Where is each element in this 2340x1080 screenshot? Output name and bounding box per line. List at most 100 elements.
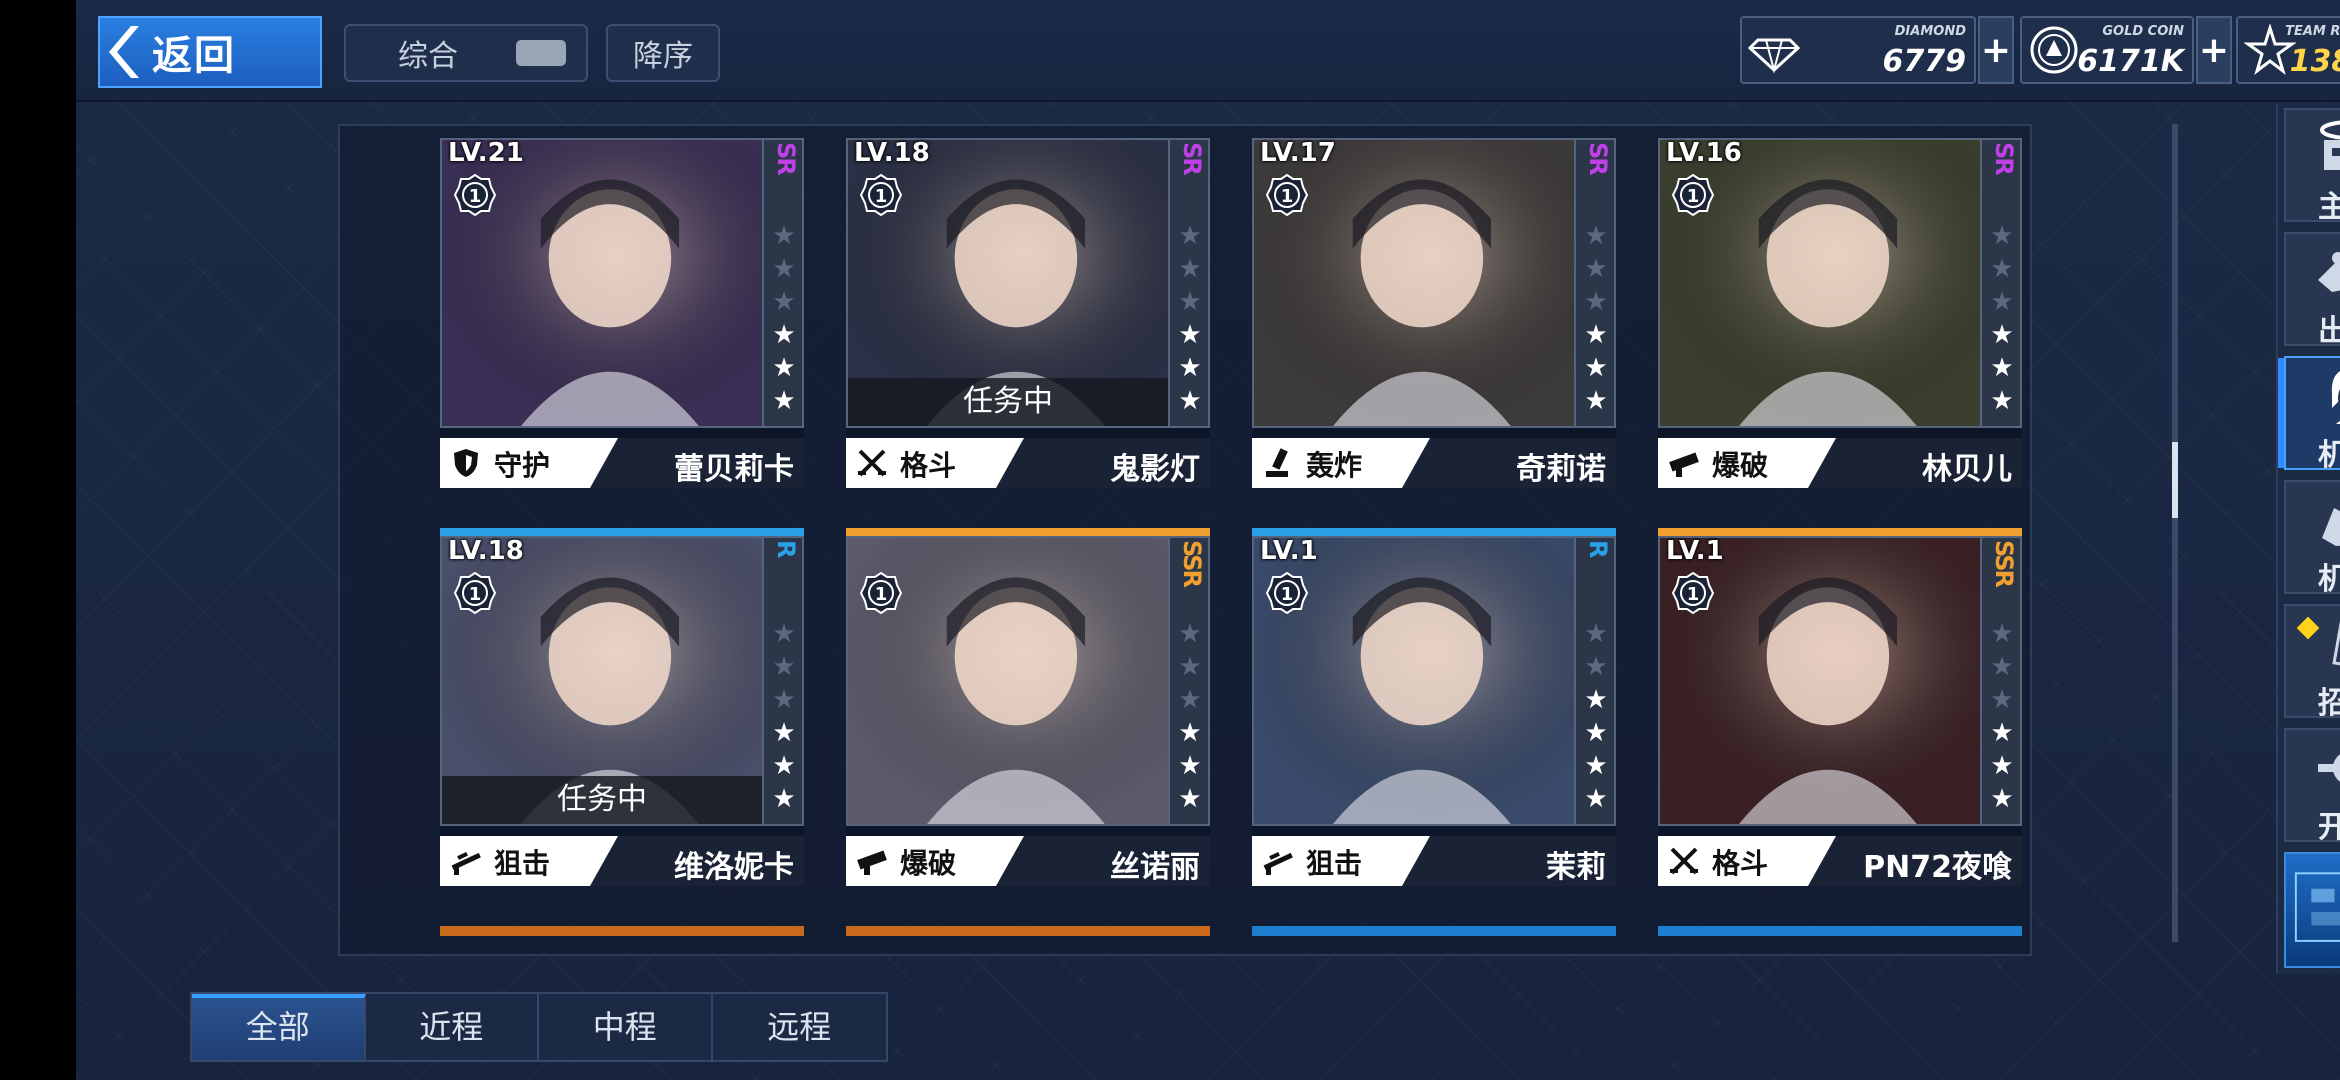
- pilot-level: LV.17: [1260, 138, 1336, 168]
- back-button[interactable]: 返回: [98, 16, 322, 88]
- star-filled-icon: ★: [772, 718, 796, 748]
- tab-all[interactable]: 全部: [192, 994, 366, 1060]
- rarity-label: SSR: [1178, 540, 1206, 586]
- base-map-button[interactable]: [2284, 852, 2340, 968]
- role-label: 狙击: [494, 847, 551, 880]
- star-empty-icon: ★: [1178, 254, 1202, 284]
- star-filled-icon: ★: [772, 353, 796, 383]
- star-empty-icon: ★: [1178, 619, 1202, 649]
- add-gold-button[interactable]: +: [2196, 16, 2232, 84]
- star-rating: ★ ★ ★ ★ ★ ★: [1988, 618, 2016, 816]
- name-plate: 茉莉: [1402, 836, 1616, 886]
- role-label: 爆破: [1712, 449, 1769, 482]
- pilot-level: LV.21: [448, 138, 524, 168]
- next-row-card-edge: [846, 926, 1210, 936]
- star-rating: ★ ★ ★ ★ ★ ★: [1176, 618, 1204, 816]
- gold-coin-icon: [2028, 24, 2080, 76]
- star-filled-icon: ★: [772, 386, 796, 416]
- game-screen: 返回 综合 降序 DIAMOND 6779 + GOLD COIN 6171K …: [76, 0, 2340, 1080]
- gold-coin-counter: GOLD COIN 6171K: [2020, 16, 2194, 84]
- nav-item[interactable]: 机师: [2278, 356, 2340, 473]
- gold-coin-value: 6171K: [2077, 44, 2184, 79]
- top-bar: 返回 综合 降序 DIAMOND 6779 + GOLD COIN 6171K …: [76, 0, 2340, 102]
- star-empty-icon: ★: [1990, 619, 2014, 649]
- name-plate: 鬼影灯: [996, 438, 1210, 488]
- svg-text:1: 1: [1687, 584, 1700, 605]
- pilot-role: 格斗: [1658, 836, 1808, 886]
- mortar-icon: [1262, 447, 1294, 479]
- pilot-name: 蕾贝莉卡: [674, 452, 794, 487]
- pilot-card[interactable]: SSR ★ ★ ★ ★ ★ ★ LV.1 1 格斗 PN72夜喰: [1658, 528, 2022, 886]
- pilot-card[interactable]: SR ★ ★ ★ ★ ★ ★ LV.21 1 守护 蕾贝莉卡: [440, 138, 804, 488]
- pilot-card[interactable]: SR ★ ★ ★ ★ ★ ★ LV.16 1 爆破 林贝儿: [1658, 138, 2022, 488]
- nav-item[interactable]: 主厅: [2284, 108, 2340, 225]
- grid-scrollbar[interactable]: [2172, 124, 2178, 942]
- star-empty-icon: ★: [1178, 652, 1202, 682]
- name-plate: 蕾贝莉卡: [590, 438, 804, 488]
- pilot-card[interactable]: SR ★ ★ ★ ★ ★ ★ LV.18 1 任务中 格斗 鬼影灯: [846, 138, 1210, 488]
- rarity-label: SR: [772, 142, 800, 174]
- pilot-level: LV.18: [854, 138, 930, 168]
- role-label: 轰炸: [1306, 449, 1363, 482]
- star-empty-icon: ★: [1990, 287, 2014, 317]
- tab-mid-range[interactable]: 中程: [539, 994, 713, 1060]
- nav-label: 招募: [2318, 686, 2340, 721]
- team-reward-title: TEAM REWARD: [2285, 24, 2340, 39]
- pilot-info-bar: 轰炸 奇莉诺: [1252, 438, 1616, 488]
- sort-dropdown[interactable]: 综合: [344, 24, 588, 82]
- star-filled-icon: ★: [1584, 320, 1608, 350]
- tab-close-range[interactable]: 近程: [366, 994, 539, 1060]
- svg-text:1: 1: [1281, 186, 1294, 207]
- rarity-column: SR ★ ★ ★ ★ ★ ★: [1576, 138, 1616, 428]
- shield-icon: [450, 447, 482, 479]
- pilot-card[interactable]: R ★ ★ ★ ★ ★ ★ LV.1 1 狙击 茉莉: [1252, 528, 1616, 886]
- order-label: 降序: [633, 39, 693, 74]
- rarity-column: SR ★ ★ ★ ★ ★ ★: [764, 138, 804, 428]
- pilot-card[interactable]: SR ★ ★ ★ ★ ★ ★ LV.17 1 轰炸 奇莉诺: [1252, 138, 1616, 488]
- pilot-info-bar: 格斗 PN72夜喰: [1658, 836, 2022, 886]
- star-filled-icon: ★: [1990, 718, 2014, 748]
- sortie-icon: [2314, 240, 2340, 304]
- rarity-label: R: [1584, 540, 1612, 557]
- star-filled-icon: ★: [1178, 320, 1202, 350]
- star-filled-icon: ★: [1178, 386, 1202, 416]
- star-rating: ★ ★ ★ ★ ★ ★: [770, 220, 798, 418]
- pilot-name: 丝诺丽: [1110, 850, 1200, 885]
- pilot-level: LV.18: [448, 536, 524, 566]
- rarity-label: R: [772, 540, 800, 557]
- pilot-info-bar: 守护 蕾贝莉卡: [440, 438, 804, 488]
- add-diamond-button[interactable]: +: [1978, 16, 2014, 84]
- pilot-card[interactable]: SSR ★ ★ ★ ★ ★ ★ 1 爆破 丝诺丽: [846, 528, 1210, 886]
- rarity-column: SR ★ ★ ★ ★ ★ ★: [1170, 138, 1210, 428]
- diamond-icon: [1747, 24, 1801, 76]
- sniper-rifle-icon: [450, 845, 482, 877]
- name-plate: PN72夜喰: [1808, 836, 2022, 886]
- pilot-card[interactable]: R ★ ★ ★ ★ ★ ★ LV.18 1 任务中 狙击 维洛妮卡: [440, 528, 804, 886]
- nav-item[interactable]: 招募: [2284, 604, 2340, 721]
- rarity-column: SSR ★ ★ ★ ★ ★ ★: [1170, 536, 1210, 826]
- grade-badge-icon: 1: [859, 173, 903, 217]
- star-rating: ★ ★ ★ ★ ★ ★: [1176, 220, 1204, 418]
- recruit-card-icon: [2314, 611, 2340, 676]
- pilot-role: 守护: [440, 438, 590, 488]
- hall-icon: [2314, 116, 2340, 180]
- tab-long-range[interactable]: 远程: [713, 994, 887, 1060]
- hangar-icon: [2314, 488, 2340, 552]
- star-empty-icon: ★: [1584, 287, 1608, 317]
- star-empty-icon: ★: [1990, 254, 2014, 284]
- back-label: 返回: [152, 33, 236, 79]
- role-label: 爆破: [900, 847, 957, 880]
- pilot-name: PN72夜喰: [1863, 850, 2012, 885]
- star-filled-icon: ★: [1584, 751, 1608, 781]
- order-button[interactable]: 降序: [606, 24, 720, 82]
- star-empty-icon: ★: [1584, 619, 1608, 649]
- sniper-rifle-icon: [1262, 845, 1294, 877]
- nav-item[interactable]: 机库: [2284, 480, 2340, 597]
- rarity-bar: [1252, 528, 1616, 536]
- nav-item[interactable]: 出战: [2284, 232, 2340, 349]
- star-empty-icon: ★: [1584, 221, 1608, 251]
- scrollbar-thumb[interactable]: [2172, 442, 2178, 518]
- rarity-bar: [440, 528, 804, 536]
- nav-item[interactable]: 开发: [2284, 728, 2340, 845]
- name-plate: 丝诺丽: [996, 836, 1210, 886]
